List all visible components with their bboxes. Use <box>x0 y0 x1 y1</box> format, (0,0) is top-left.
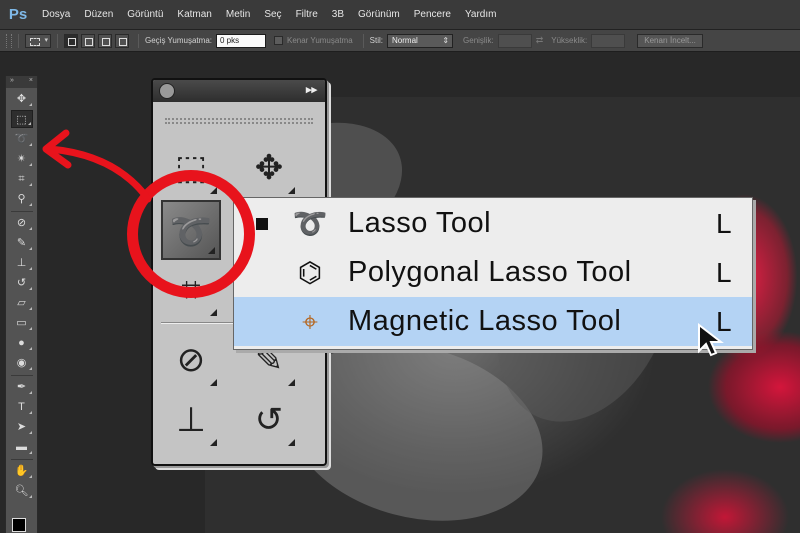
lasso-flyout-menu: ➰ Lasso Tool L ⌬ Polygonal Lasso Tool L … <box>233 197 753 350</box>
divider <box>138 33 139 48</box>
style-select[interactable]: Normal <box>387 33 454 48</box>
feather-label: Geçiş Yumuşatma: <box>145 36 212 45</box>
menu-image[interactable]: Görüntü <box>127 9 163 20</box>
expand-icon[interactable]: » <box>10 77 14 87</box>
flyout-item-label: Polygonal Lasso Tool <box>348 256 632 288</box>
brush-icon[interactable]: ✎ <box>11 234 33 252</box>
refine-edge-button[interactable]: Kenarı İncelt... <box>637 33 703 48</box>
flyout-item-magnetic-lasso[interactable]: ⌖ Magnetic Lasso Tool L <box>234 297 752 346</box>
foreground-color-swatch[interactable] <box>12 518 26 532</box>
tools-panel-header: » × <box>6 76 37 88</box>
menu-bar: Ps Dosya Düzen Görüntü Katman Metin Seç … <box>0 0 800 30</box>
history-brush-icon[interactable]: ↺ <box>11 274 33 292</box>
dodge-icon[interactable]: ◉ <box>11 354 33 372</box>
shape-icon[interactable]: ▬ <box>11 438 33 456</box>
gradient-icon[interactable]: ▭ <box>11 314 33 332</box>
lasso-icon: ➰ <box>292 207 328 239</box>
width-input[interactable] <box>497 33 532 48</box>
photoshop-logo: Ps <box>8 5 28 23</box>
polygonal-lasso-icon: ⌬ <box>297 256 323 288</box>
history-brush-icon[interactable]: ↺ <box>239 390 299 450</box>
marquee-icon[interactable]: ⬚ <box>10 110 33 128</box>
close-icon[interactable]: × <box>29 77 33 87</box>
mouse-cursor-icon <box>698 323 724 357</box>
height-label: Yükseklik: <box>551 36 588 45</box>
tool-preset-picker[interactable] <box>25 33 51 48</box>
menu-select[interactable]: Seç <box>264 9 281 20</box>
menu-edit[interactable]: Düzen <box>84 9 113 20</box>
options-bar: Geçiş Yumuşatma: 0 pks Kenar Yumuşatma S… <box>0 30 800 52</box>
flyout-item-label: Lasso Tool <box>348 207 492 239</box>
height-input[interactable] <box>591 33 626 48</box>
flyout-item-polygonal-lasso[interactable]: ⌬ Polygonal Lasso Tool L <box>234 248 752 297</box>
crop-icon[interactable]: ⌗ <box>11 170 33 188</box>
move-icon[interactable]: ✥ <box>239 138 299 198</box>
magic-wand-icon[interactable]: ✴ <box>11 150 33 168</box>
swap-icon[interactable]: ⇄ <box>536 35 544 46</box>
add-to-selection-button[interactable] <box>81 33 95 48</box>
move-icon[interactable]: ✥ <box>11 90 33 108</box>
subtract-from-selection-button[interactable] <box>98 33 112 48</box>
menu-window[interactable]: Pencere <box>414 9 451 20</box>
clone-stamp-icon[interactable]: ⊥ <box>161 390 221 450</box>
panel-grip <box>165 118 313 124</box>
zoom-icon[interactable]: 🔍︎ <box>11 482 33 500</box>
pen-icon[interactable]: ✒ <box>11 378 33 396</box>
divider <box>10 375 33 376</box>
panel-knob-icon <box>159 83 175 99</box>
divider <box>57 33 58 48</box>
menu-type[interactable]: Metin <box>226 9 250 20</box>
menu-file[interactable]: Dosya <box>42 9 70 20</box>
menu-layer[interactable]: Katman <box>177 9 211 20</box>
flyout-item-label: Magnetic Lasso Tool <box>348 305 622 337</box>
new-selection-button[interactable] <box>64 33 78 48</box>
annotation-arrow-icon <box>42 129 152 203</box>
menu-help[interactable]: Yardım <box>465 9 497 20</box>
lasso-icon[interactable]: ➰ <box>11 130 33 148</box>
style-label: Stil: <box>369 36 384 45</box>
healing-brush-icon[interactable]: ⊘ <box>11 214 33 232</box>
path-selection-icon[interactable]: ➤ <box>11 418 33 436</box>
enlarged-panel-header: ▸▸ <box>153 80 325 102</box>
menu-3d[interactable]: 3B <box>332 9 344 20</box>
blur-icon[interactable]: ● <box>11 334 33 352</box>
current-tool-indicator <box>256 217 268 230</box>
type-icon[interactable]: T <box>11 398 33 416</box>
flyout-item-shortcut: L <box>716 207 732 239</box>
divider <box>18 33 19 48</box>
hand-icon[interactable]: ✋ <box>11 462 33 480</box>
divider <box>362 33 364 48</box>
eyedropper-icon[interactable]: ⚲ <box>11 190 33 208</box>
width-label: Genişlik: <box>463 36 494 45</box>
flyout-item-shortcut: L <box>716 256 732 288</box>
antialias-label: Kenar Yumuşatma <box>287 36 353 45</box>
eraser-icon[interactable]: ▱ <box>11 294 33 312</box>
menu-view[interactable]: Görünüm <box>358 9 400 20</box>
healing-brush-icon[interactable]: ⊘ <box>161 330 221 390</box>
feather-input[interactable]: 0 pks <box>216 33 266 48</box>
flyout-item-lasso[interactable]: ➰ Lasso Tool L <box>234 199 752 248</box>
antialias-checkbox[interactable] <box>274 36 283 45</box>
magnetic-lasso-icon: ⌖ <box>302 305 318 337</box>
divider <box>10 459 33 460</box>
divider <box>10 211 33 212</box>
options-bar-grip[interactable] <box>6 33 12 48</box>
clone-stamp-icon[interactable]: ⊥ <box>11 254 33 272</box>
menu-filter[interactable]: Filtre <box>296 9 318 20</box>
tools-panel: » × ✥ ⬚ ➰ ✴ ⌗ ⚲ ⊘ ✎ ⊥ ↺ ▱ ▭ ● ◉ ✒ T ➤ ▬ … <box>5 76 38 533</box>
expand-arrows-icon[interactable]: ▸▸ <box>306 83 317 96</box>
intersect-selection-button[interactable] <box>115 33 129 48</box>
